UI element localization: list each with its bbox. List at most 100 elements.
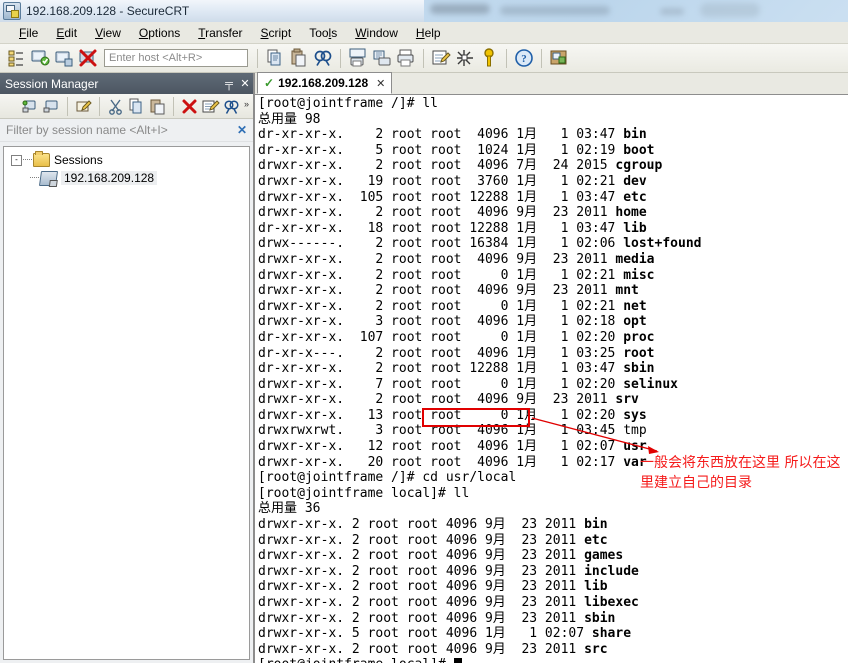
terminal-line-meta: drwxr-xr-x. 2 root root 4096 9月 23 2011 [258,532,585,548]
svg-text:?: ? [521,53,527,65]
main-toolbar: Enter host <Alt+R> ? [0,44,848,73]
terminal-line-meta: drwxr-xr-x. 20 root root 4096 1月 1 02:17 [258,454,624,470]
terminal-line: dr-xr-xr-x. 2 root root 4096 1月 1 03:47 … [258,127,701,143]
terminal-cursor [453,658,462,663]
connect-in-tab-icon[interactable] [42,97,61,116]
terminal-line-meta: drwxr-xr-x. 2 root root 4096 9月 23 2011 [258,283,616,299]
terminal-line: dr-xr-x---. 2 root root 4096 1月 1 03:25 … [258,346,701,362]
new-session-icon[interactable] [74,97,93,116]
terminal-line-meta: drwxr-xr-x. 2 root root 4096 9月 23 2011 [258,251,616,267]
terminal-line: dr-xr-xr-x. 18 root root 12288 1月 1 03:4… [258,221,701,237]
copy-icon[interactable] [264,47,286,69]
toolbar-separator [506,48,507,68]
terminal-line-meta: drwxr-xr-x. 2 root root 0 1月 1 02:21 [258,267,624,283]
terminal-line: drwxr-xr-x. 12 root root 4096 1月 1 02:07… [258,439,701,455]
copy-icon[interactable] [127,97,146,116]
terminal-entry-name: etc [623,189,647,205]
terminal-line-meta: dr-xr-xr-x. 5 root root 1024 1月 1 02:19 [258,142,624,158]
help-icon[interactable]: ? [513,47,535,69]
terminal-line-meta: drwxr-xr-x. 2 root root 4096 9月 23 2011 [258,517,585,533]
terminal-line-meta: drwxr-xr-x. 2 root root 4096 9月 23 2011 [258,548,585,564]
key-icon[interactable] [478,47,500,69]
session-filter-input[interactable]: Filter by session name <Alt+I> [6,123,237,137]
pin-icon[interactable]: ╤ [221,76,237,92]
terminal-line: drwxr-xr-x. 2 root root 4096 9月 23 2011 … [258,611,701,627]
tree-node-session[interactable]: 192.168.209.128 [6,169,247,187]
menu-window[interactable]: Window [346,24,407,42]
terminal-entry-name: sys [623,407,647,423]
terminal-line-meta: drwxr-xr-x. 2 root root 4096 9月 23 2011 [258,205,616,221]
menu-transfer[interactable]: Transfer [189,24,251,42]
tree-node-label: 192.168.209.128 [61,171,158,185]
terminal-entry-name: misc [623,267,655,283]
terminal-line: 总用量 98 [258,111,321,127]
terminal-entry-name: games [584,548,624,564]
toolbar-separator [99,96,100,116]
global-options-icon[interactable] [454,47,476,69]
menu-file[interactable]: File [10,24,47,42]
connect-in-tab-icon[interactable] [53,47,75,69]
clear-filter-icon[interactable]: ✕ [237,123,247,137]
terminal-entry-name: boot [623,142,655,158]
terminal-entry-name: opt [623,314,647,330]
connect-icon[interactable] [29,47,51,69]
menu-edit[interactable]: Edit [47,24,86,42]
session-options-icon[interactable] [430,47,452,69]
tree-node-sessions[interactable]: - Sessions [6,151,247,169]
terminal-entry-name: dev [623,173,647,189]
print-screen-icon[interactable] [347,47,369,69]
terminal-line: drwxr-xr-x. 2 root root 4096 9月 23 2011 … [258,283,701,299]
terminal-line: [root@jointframe /]# cd usr/local [258,470,517,486]
terminal-line-meta: dr-xr-x---. 2 root root 4096 1月 1 03:25 [258,345,624,361]
host-input[interactable]: Enter host <Alt+R> [104,49,248,67]
terminal-line: drwxr-xr-x. 13 root root 0 1月 1 02:20 sy… [258,408,701,424]
terminal-line-meta: drwxr-xr-x. 2 root root 4096 9月 23 2011 [258,392,616,408]
close-icon[interactable]: ✕ [237,76,253,92]
host-placeholder: Enter host <Alt+R> [109,52,203,64]
securecrt-window: 192.168.209.128 - SecureCRT File Edit Vi… [0,0,848,663]
delete-icon[interactable] [180,97,199,116]
tab-label: 192.168.209.128 [278,76,369,90]
paste-icon[interactable] [288,47,310,69]
log-session-icon[interactable] [371,47,393,69]
collapse-icon[interactable]: - [11,154,22,166]
menu-options[interactable]: Options [130,24,189,42]
find-icon[interactable] [312,47,334,69]
terminal-line-meta: drwxrwxrwt. 3 root root 4096 1月 1 03:45 [258,423,624,439]
terminal-entry-name: media [615,251,655,267]
terminal-line-meta: drwxr-xr-x. 7 root root 0 1月 1 02:20 [258,376,624,392]
terminal-entry-name: root [623,345,655,361]
menu-help[interactable]: Help [407,24,450,42]
disconnect-icon[interactable] [77,47,99,69]
terminal-entry-name: share [591,626,632,642]
terminal-line-meta: drwxr-xr-x. 105 root root 12288 1月 1 03:… [258,189,624,205]
terminal-line-meta: drwxr-xr-x. 12 root root 4096 1月 1 02:07 [258,439,624,455]
terminal-output[interactable]: [root@jointframe /]# ll 总用量 98 dr-xr-xr-x.… [255,95,848,663]
terminal-line-meta: dr-xr-xr-x. 18 root root 12288 1月 1 03:4… [258,220,624,236]
session-manager-icon[interactable] [5,47,27,69]
terminal-line-meta: drwxr-xr-x. 2 root root 4096 9月 23 2011 [258,579,585,595]
connect-session-icon[interactable] [21,97,40,116]
terminal-line: drwxrwxrwt. 3 root root 4096 1月 1 03:45 … [258,423,701,439]
menu-view[interactable]: View [86,24,130,42]
tree-node-label: Sessions [54,153,103,167]
terminal-line: drwxr-xr-x. 2 root root 4096 9月 23 2011 … [258,533,701,549]
tab-session-192-168-209-128[interactable]: ✓ 192.168.209.128 ✕ [257,72,393,94]
paste-icon[interactable] [148,97,167,116]
menu-script[interactable]: Script [252,24,301,42]
session-tree: - Sessions 192.168.209.128 [3,146,250,660]
terminal-entry-name: lib [584,579,608,595]
close-icon[interactable]: ✕ [376,77,385,90]
terminal-entry-name: mnt [615,283,639,299]
terminal-entry-name: bin [584,517,608,533]
terminal-entry-name: var [623,454,647,470]
print-icon[interactable] [395,47,417,69]
cut-icon[interactable] [106,97,125,116]
terminal-prompt: [root@jointframe local]# [258,657,454,663]
tree-connector [23,159,32,161]
toolbar-overflow-icon[interactable]: » [244,99,249,109]
find-icon[interactable] [222,97,241,116]
properties-icon[interactable] [201,97,220,116]
menu-tools[interactable]: Tools [300,24,346,42]
tile-windows-icon[interactable] [548,47,570,69]
